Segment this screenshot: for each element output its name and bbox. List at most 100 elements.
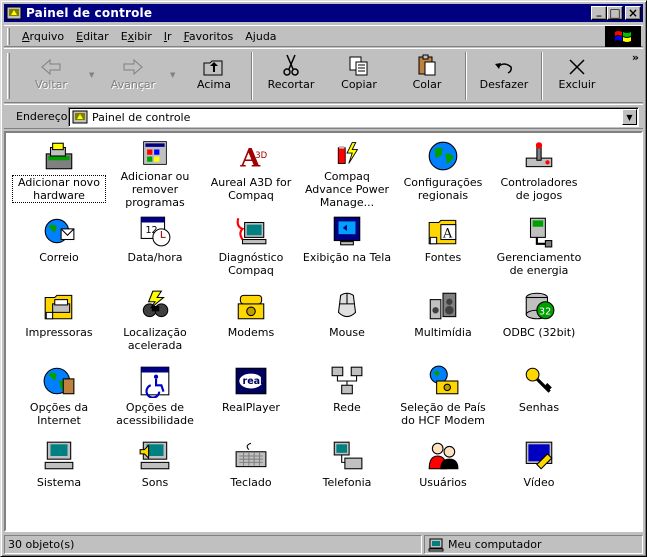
control-panel-item[interactable]: Configurações regionais (396, 137, 490, 209)
control-panel-item[interactable]: Rede (300, 362, 394, 434)
control-panel-item[interactable]: Adicionar novo hardware (12, 137, 106, 209)
back-dropdown-icon[interactable]: ▼ (89, 71, 94, 79)
video-icon (525, 441, 553, 470)
display-icon (333, 216, 361, 246)
undo-button[interactable]: Desfazer (474, 51, 534, 101)
add-hardware-icon (45, 142, 73, 170)
back-button[interactable]: Voltar (26, 51, 76, 101)
control-panel-item[interactable]: 32 ODBC (32bit) (492, 287, 586, 359)
users-icon (428, 442, 459, 470)
control-panel-item-label: Correio (39, 251, 79, 264)
window-title: Painel de controle (26, 6, 153, 20)
control-panel-item[interactable]: Impressoras (12, 287, 106, 359)
control-panel-item[interactable]: Usuários (396, 437, 490, 509)
control-panel-item-label: Localização acelerada (123, 326, 187, 352)
minimize-button[interactable]: _ (591, 6, 607, 20)
control-panel-item[interactable]: real RealPlayer (204, 362, 298, 434)
menu-arquivo[interactable]: Arquivo (16, 30, 70, 43)
control-panel-item-label: RealPlayer (222, 401, 280, 414)
control-panel-window: Painel de controle _ □ × Arquivo Editar … (0, 0, 647, 557)
title-bar[interactable]: Painel de controle _ □ × (4, 4, 643, 22)
menu-ir[interactable]: Ir (158, 30, 178, 43)
modems-icon (237, 294, 265, 320)
control-panel-item[interactable]: Mouse (300, 287, 394, 359)
control-panel-item[interactable]: Diagnóstico Compaq (204, 212, 298, 284)
control-panel-item-label: Mouse (329, 326, 365, 339)
control-panel-item[interactable]: Telefonia (300, 437, 394, 509)
control-panel-item[interactable]: Modems (204, 287, 298, 359)
control-panel-item-label: Opções da Internet (29, 401, 89, 427)
paste-button[interactable]: Colar (402, 51, 452, 101)
address-bar: Endereço Painel de controle ▼ (4, 104, 643, 129)
control-panel-item[interactable]: Sistema (12, 437, 106, 509)
control-panel-item-label: Controladores de jogos (500, 176, 578, 202)
telephony-icon (333, 441, 363, 470)
date-time-icon: 12 (140, 216, 171, 247)
control-panel-item[interactable]: A 3D Aureal A3D for Compaq (204, 137, 298, 209)
control-panel-item-label: Diagnóstico Compaq (218, 251, 284, 277)
svg-text:3D: 3D (255, 151, 267, 161)
menu-ajuda[interactable]: Ajuda (239, 30, 282, 43)
control-panel-item[interactable]: Opções de acessibilidade (108, 362, 202, 434)
keyboard-icon (235, 442, 267, 468)
control-panel-item-label: Gerenciamento de energia (496, 251, 582, 277)
status-object-count: 30 objeto(s) (4, 535, 422, 554)
fonts-icon: A (428, 219, 457, 245)
forward-dropdown-icon[interactable]: ▼ (170, 71, 175, 79)
power-management-icon (529, 217, 553, 248)
control-panel-item[interactable]: 12 Data/hora (108, 212, 202, 284)
control-panel-item[interactable]: A Fontes (396, 212, 490, 284)
printers-icon (44, 294, 73, 320)
menu-exibir[interactable]: Exibir (115, 30, 158, 43)
control-panel-icon (72, 110, 88, 124)
menu-editar[interactable]: Editar (70, 30, 115, 43)
paste-icon (418, 54, 436, 76)
control-panel-item-label: ODBC (32bit) (502, 326, 576, 339)
forward-arrow-icon (123, 58, 143, 76)
control-panel-item[interactable]: Sons (108, 437, 202, 509)
forward-button[interactable]: Avançar (104, 51, 162, 101)
control-panel-item[interactable]: Gerenciamento de energia (492, 212, 586, 284)
address-dropdown-icon[interactable]: ▼ (622, 109, 637, 125)
realplayer-icon: real (235, 367, 267, 395)
control-panel-item[interactable]: Vídeo (492, 437, 586, 509)
control-panel-item[interactable]: Teclado (204, 437, 298, 509)
windows-logo-icon (605, 26, 641, 47)
address-field[interactable]: Painel de controle ▼ (68, 107, 639, 127)
my-computer-icon (428, 538, 444, 551)
control-panel-item-label: Data/hora (127, 251, 183, 264)
cut-button[interactable]: Recortar (262, 51, 320, 101)
scissors-icon (283, 54, 299, 76)
control-panel-item-label: Multimídia (414, 326, 472, 339)
mouse-icon (337, 292, 357, 318)
copy-icon (349, 56, 368, 76)
svg-text:A: A (442, 226, 453, 241)
copy-button[interactable]: Copiar (334, 51, 384, 101)
control-panel-item[interactable]: Correio (12, 212, 106, 284)
control-panel-item[interactable]: Localização acelerada (108, 287, 202, 359)
menu-grip[interactable] (7, 27, 10, 45)
control-panel-item[interactable]: Opções da Internet (12, 362, 106, 434)
delete-button[interactable]: Excluir (552, 51, 602, 101)
control-panel-item-label: Fontes (424, 251, 462, 264)
control-panel-item[interactable]: Adicionar ou remover programas (108, 137, 202, 209)
control-panel-item[interactable]: Compaq Advance Power Manage... (300, 137, 394, 209)
multimedia-icon (429, 292, 457, 320)
control-panel-item[interactable]: Controladores de jogos (492, 137, 586, 209)
status-bar: 30 objeto(s) Meu computador (4, 535, 643, 554)
maximize-button[interactable]: □ (607, 6, 623, 20)
toolbar-grip[interactable] (7, 53, 10, 99)
menu-bar: Arquivo Editar Exibir Ir Favoritos Ajuda (4, 25, 643, 47)
control-panel-item-label: Impressoras (25, 326, 93, 339)
control-panel-item[interactable]: Senhas (492, 362, 586, 434)
control-panel-item[interactable]: Exibição na Tela (300, 212, 394, 284)
control-panel-item[interactable]: Multimídia (396, 287, 490, 359)
toolbar-more-chevron-icon[interactable]: » (632, 51, 639, 64)
status-location: Meu computador (424, 535, 643, 554)
up-button[interactable]: Acima (189, 51, 239, 101)
svg-text:real: real (243, 376, 264, 387)
address-label: Endereço (16, 110, 68, 123)
menu-favoritos[interactable]: Favoritos (178, 30, 240, 43)
control-panel-item[interactable]: Seleção de País do HCF Modem (396, 362, 490, 434)
close-button[interactable]: × (625, 6, 641, 20)
